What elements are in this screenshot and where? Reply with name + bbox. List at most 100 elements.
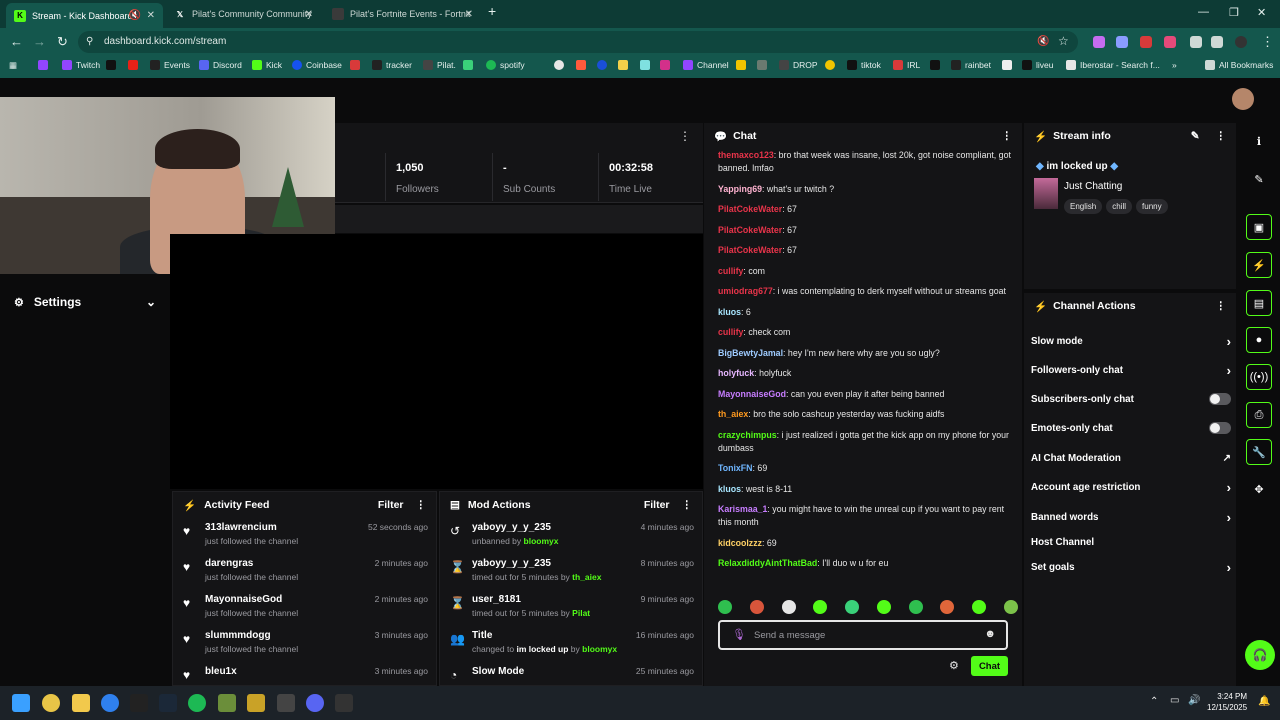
more-options-icon[interactable]: ⋮ bbox=[682, 499, 693, 511]
network-icon[interactable]: ▭ bbox=[1170, 695, 1179, 706]
apps-grid-icon[interactable]: ▦ bbox=[9, 60, 17, 71]
emote-icon[interactable] bbox=[876, 600, 891, 614]
tab-fortnite-events[interactable]: Pilat’s Fortnite Events - Fortnit ✕ bbox=[324, 3, 481, 25]
emote-icon[interactable] bbox=[1003, 600, 1018, 614]
bookmark-icon-only[interactable] bbox=[1002, 60, 1016, 70]
bookmark-liveu[interactable]: liveu bbox=[1022, 60, 1053, 70]
action-account-age[interactable]: Account age restriction › bbox=[1031, 477, 1231, 497]
tab-kick-dashboard[interactable]: K Stream - Kick Dashboard 🔇 ✕ bbox=[6, 3, 163, 28]
chat-username[interactable]: kluos bbox=[718, 307, 741, 317]
notifications-icon[interactable]: 🔔 bbox=[1258, 696, 1270, 707]
tag-chip[interactable]: funny bbox=[1136, 199, 1168, 214]
clipboard-icon[interactable]: ▤ bbox=[1246, 290, 1272, 316]
bookmark-icon-only[interactable] bbox=[660, 60, 674, 70]
wrench-icon[interactable]: 🔧 bbox=[1246, 439, 1272, 465]
app-icon[interactable] bbox=[277, 694, 295, 712]
moderator-name[interactable]: bloomyx bbox=[582, 644, 617, 654]
moderator-name[interactable]: th_aiex bbox=[572, 572, 601, 582]
chat-username[interactable]: TonixFN bbox=[718, 463, 753, 473]
chat-input[interactable]: 🎙 Send a message ☻ bbox=[718, 620, 1008, 650]
action-banned-words[interactable]: Banned words › bbox=[1031, 507, 1231, 527]
extensions-puzzle-icon[interactable] bbox=[1190, 36, 1202, 48]
chat-username[interactable]: BigBewtyJamal bbox=[718, 348, 783, 358]
bookmark-icon-only[interactable] bbox=[576, 60, 590, 70]
printer-icon[interactable]: ⎙ bbox=[1246, 402, 1272, 428]
lightning-icon[interactable]: ⚡ bbox=[1246, 252, 1272, 278]
adblock-icon[interactable] bbox=[1140, 36, 1152, 48]
browser-menu-icon[interactable]: ⋮ bbox=[1261, 34, 1274, 50]
tag-chip[interactable]: chill bbox=[1106, 199, 1133, 214]
chat-username[interactable]: crazychimpus bbox=[718, 430, 777, 440]
volume-icon[interactable]: 🔊 bbox=[1188, 695, 1200, 706]
emote-icon[interactable] bbox=[781, 600, 796, 614]
bookmark-pilat[interactable]: Pilat. bbox=[423, 60, 456, 70]
chat-username[interactable]: kluos bbox=[718, 484, 741, 494]
chat-username[interactable]: themaxco123 bbox=[718, 150, 774, 160]
bookmark-icon-only[interactable] bbox=[618, 60, 632, 70]
spotify-icon[interactable] bbox=[188, 694, 206, 712]
bookmark-icon-only[interactable] bbox=[38, 60, 52, 70]
bookmark-drop[interactable]: DROP bbox=[779, 60, 818, 70]
bookmark-icon-only[interactable] bbox=[736, 60, 750, 70]
tray-overflow-icon[interactable]: ⌃ bbox=[1150, 696, 1158, 707]
bookmark-twitch[interactable]: Twitch bbox=[62, 60, 100, 70]
extension-icon[interactable] bbox=[1116, 36, 1128, 48]
bookmark-tiktok[interactable]: tiktok bbox=[847, 60, 881, 70]
action-host-channel[interactable]: Host Channel bbox=[1031, 532, 1231, 552]
bookmark-channel[interactable]: Channel bbox=[683, 60, 729, 70]
chat-username[interactable]: kidcoolzzz bbox=[718, 538, 762, 548]
action-followers-only[interactable]: Followers-only chat › bbox=[1031, 360, 1231, 380]
moderator-name[interactable]: Pilat bbox=[572, 608, 590, 618]
bookmark-kick[interactable]: Kick bbox=[252, 60, 282, 70]
close-tab-icon[interactable]: ✕ bbox=[147, 10, 155, 21]
filter-button[interactable]: Filter bbox=[378, 499, 404, 511]
url-input[interactable]: ⚲ dashboard.kick.com/stream bbox=[78, 31, 1078, 53]
bookmark-icon-only[interactable] bbox=[597, 60, 611, 70]
bookmark-iberostar[interactable]: Iberostar - Search f... bbox=[1066, 60, 1160, 70]
bookmark-spotify[interactable]: spotify bbox=[486, 60, 525, 70]
maximize-button[interactable]: ❐ bbox=[1229, 6, 1239, 19]
emotes-only-toggle[interactable] bbox=[1209, 422, 1231, 434]
edit-pencil-icon[interactable]: ✎ bbox=[1246, 166, 1272, 192]
bookmark-star-icon[interactable]: ☆ bbox=[1058, 34, 1069, 48]
add-widget-icon[interactable]: ✥ bbox=[1246, 476, 1272, 502]
mic-icon[interactable]: 🎙 bbox=[732, 628, 746, 641]
site-info-icon[interactable]: ⚲ bbox=[86, 31, 93, 53]
support-headset-icon[interactable]: 🎧 bbox=[1245, 640, 1275, 670]
emote-icon[interactable] bbox=[749, 600, 764, 614]
category-thumbnail[interactable] bbox=[1034, 178, 1058, 209]
app-icon[interactable] bbox=[101, 694, 119, 712]
bookmark-events[interactable]: Events bbox=[150, 60, 190, 70]
emote-icon[interactable] bbox=[845, 600, 860, 614]
file-explorer-icon[interactable] bbox=[72, 694, 90, 712]
app-icon[interactable] bbox=[247, 694, 265, 712]
action-set-goals[interactable]: Set goals › bbox=[1031, 557, 1231, 577]
more-options-icon[interactable]: ⋮ bbox=[679, 129, 691, 143]
chat-username[interactable]: RelaxdiddyAintThatBad bbox=[718, 558, 817, 568]
clock[interactable]: 3:24 PM 12/15/2025 bbox=[1207, 691, 1247, 713]
category-name[interactable]: Just Chatting bbox=[1064, 181, 1122, 192]
bookmark-coinbase[interactable]: Coinbase bbox=[292, 60, 342, 70]
subscribers-only-toggle[interactable] bbox=[1209, 393, 1231, 405]
chat-username[interactable]: umiodrag677 bbox=[718, 286, 773, 296]
extension-icon[interactable] bbox=[1164, 36, 1176, 48]
minimize-button[interactable]: — bbox=[1198, 6, 1209, 18]
settings-section-toggle[interactable]: ⚙ Settings ⌄ bbox=[0, 288, 170, 316]
action-slow-mode[interactable]: Slow mode › bbox=[1031, 331, 1231, 351]
bookmark-icon-only[interactable] bbox=[463, 60, 477, 70]
video-player-area[interactable] bbox=[170, 234, 703, 489]
chat-username[interactable]: MayonnaiseGod bbox=[718, 389, 786, 399]
tag-chip[interactable]: English bbox=[1064, 199, 1103, 214]
action-ai-chat-moderation[interactable]: AI Chat Moderation ↗ bbox=[1031, 448, 1231, 468]
chat-username[interactable]: holyfuck bbox=[718, 368, 754, 378]
bookmark-icon-only[interactable] bbox=[930, 60, 944, 70]
close-window-button[interactable]: ✕ bbox=[1257, 6, 1266, 19]
more-options-icon[interactable]: ⋮ bbox=[1216, 300, 1227, 312]
chrome-icon[interactable] bbox=[42, 694, 60, 712]
bookmark-icon-only[interactable] bbox=[757, 60, 771, 70]
bookmark-icon-only[interactable] bbox=[640, 60, 654, 70]
epic-games-icon[interactable] bbox=[130, 694, 148, 712]
more-options-icon[interactable]: ⋮ bbox=[416, 499, 427, 511]
bookmark-youtube[interactable] bbox=[128, 60, 142, 70]
chat-username[interactable]: Karismaa_1 bbox=[718, 504, 767, 514]
